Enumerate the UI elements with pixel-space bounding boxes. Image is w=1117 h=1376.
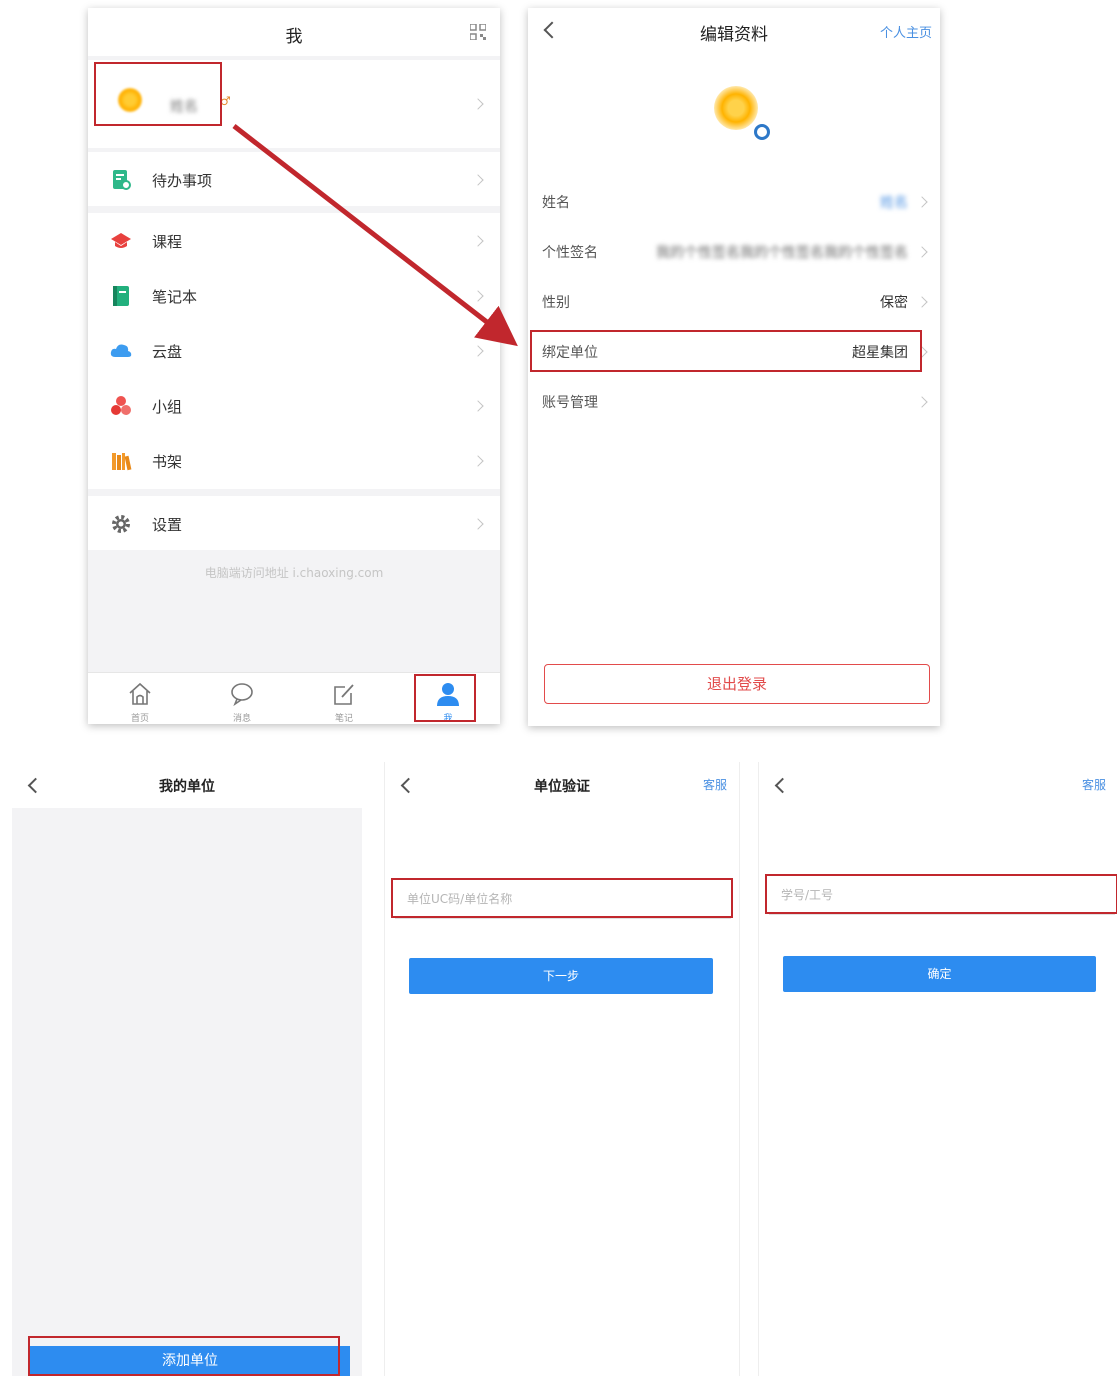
arrow-to-bound-unit	[232, 124, 518, 347]
navbar: 客服	[759, 762, 1117, 808]
navbar: 我的单位	[12, 762, 362, 808]
navbar: 单位验证 客服	[385, 762, 739, 808]
highlight-box-student-id	[765, 874, 1117, 914]
page-title: 单位验证	[534, 779, 590, 795]
unit-verify-screen: 单位验证 客服 下一步	[384, 762, 740, 1376]
back-arrow-icon[interactable]	[774, 777, 791, 794]
my-units-screen: 我的单位 添加单位	[12, 762, 362, 1376]
highlight-box-add-unit	[28, 1336, 340, 1376]
page-title: 我的单位	[159, 779, 215, 795]
highlight-box-unit-code	[391, 878, 733, 918]
customer-service-link[interactable]: 客服	[1082, 776, 1106, 793]
id-verify-screen: 客服 确定	[758, 762, 1117, 1376]
next-button[interactable]: 下一步	[409, 958, 713, 994]
customer-service-link[interactable]: 客服	[703, 776, 727, 793]
confirm-button[interactable]: 确定	[783, 956, 1096, 992]
